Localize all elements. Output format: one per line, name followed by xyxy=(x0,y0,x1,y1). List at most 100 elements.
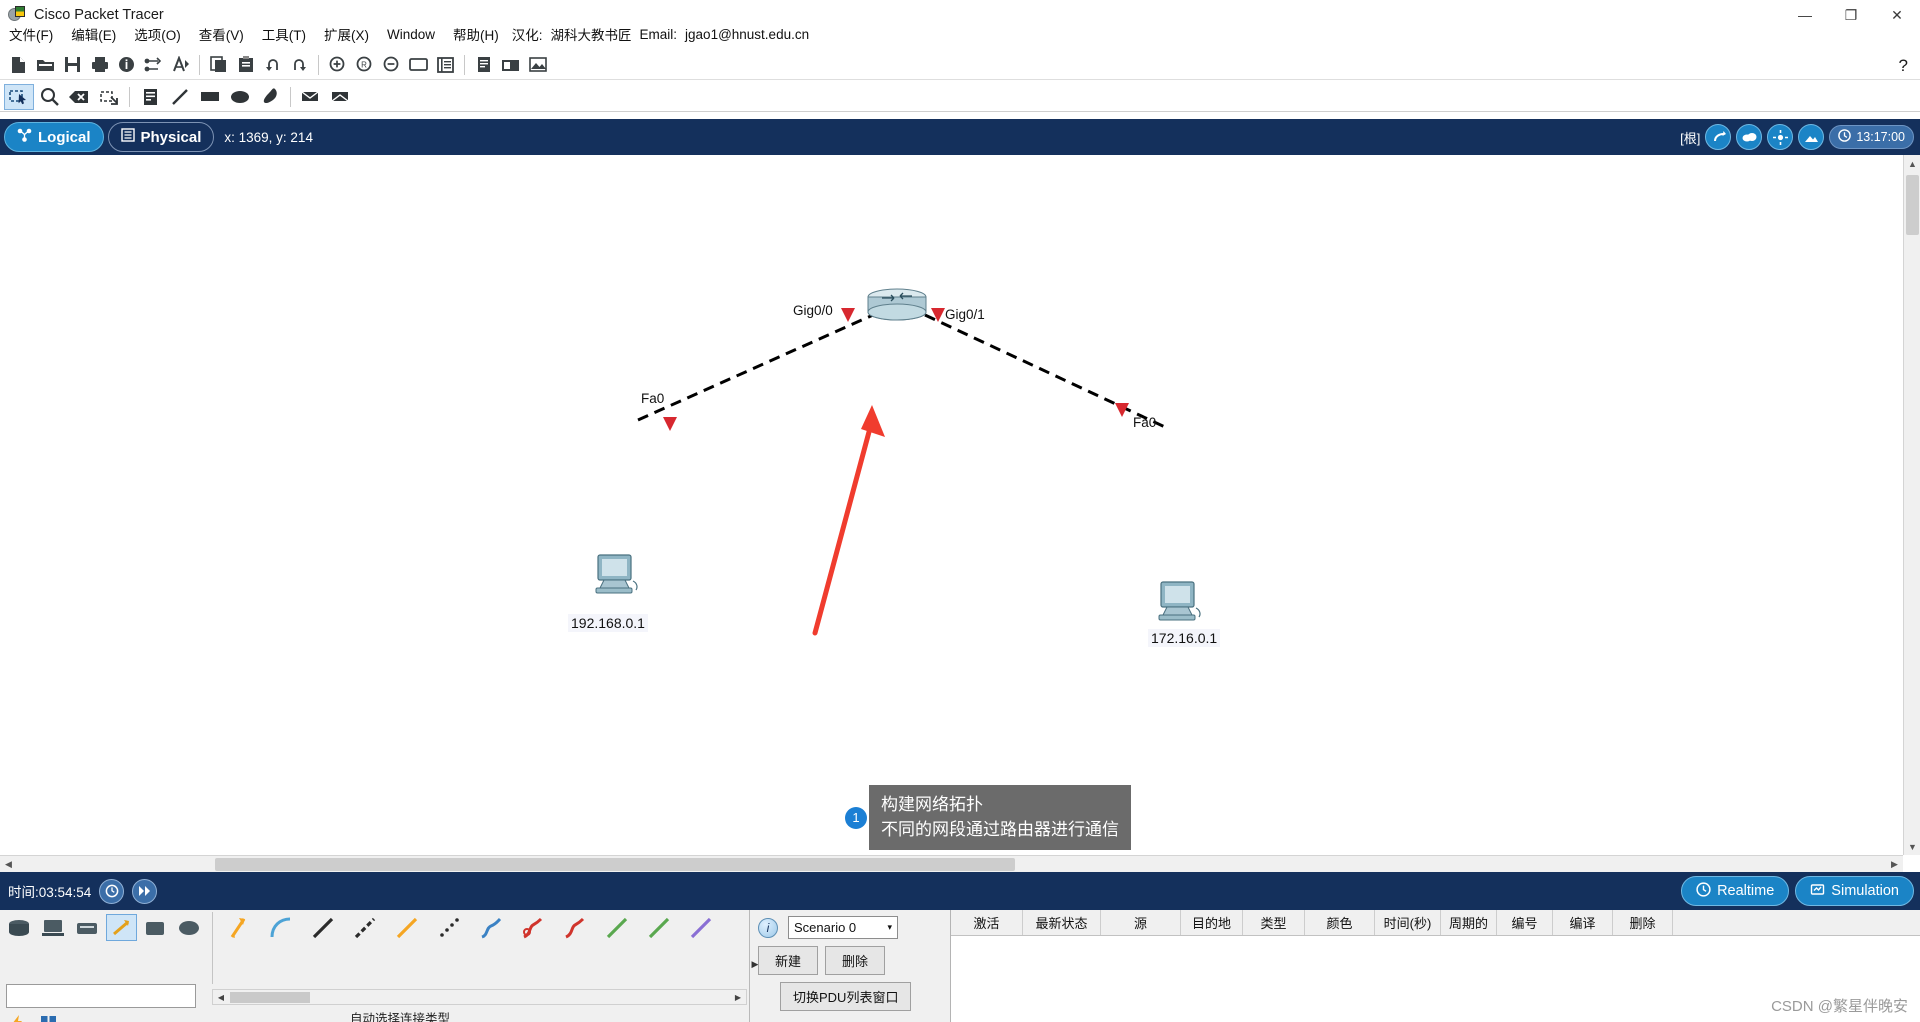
pdu-col-color[interactable]: 颜色 xyxy=(1305,910,1375,935)
zoom-out-icon[interactable] xyxy=(378,52,405,78)
pc-right-device[interactable] xyxy=(1157,580,1205,629)
tab-physical[interactable]: Physical xyxy=(107,122,215,152)
pdu-col-last-status[interactable]: 最新状态 xyxy=(1023,910,1101,935)
scroll-up-arrow-icon[interactable]: ▲ xyxy=(1904,155,1920,172)
grid-icon[interactable] xyxy=(36,1012,60,1022)
pdu-col-destination[interactable]: 目的地 xyxy=(1181,910,1243,935)
assessment-icon[interactable] xyxy=(167,52,194,78)
device-scroll-left-icon[interactable]: ◀ xyxy=(214,991,228,1004)
pdu-col-delete[interactable]: 删除 xyxy=(1613,910,1673,935)
pdu-col-edit[interactable]: 编译 xyxy=(1553,910,1613,935)
set-tiled-background-icon[interactable] xyxy=(1736,124,1763,150)
serial-dte-icon[interactable] xyxy=(555,912,595,944)
info-icon[interactable]: i xyxy=(758,917,778,938)
scroll-down-arrow-icon[interactable]: ▼ xyxy=(1904,838,1920,855)
add-simple-pdu-icon[interactable] xyxy=(296,84,326,110)
lightning-bolt-icon[interactable] xyxy=(6,1012,30,1022)
miscellaneous-icon[interactable] xyxy=(140,914,171,941)
pdu-col-fire[interactable]: 激活 xyxy=(951,910,1023,935)
tab-logical[interactable]: Logical xyxy=(4,122,104,152)
power-cycle-icon[interactable] xyxy=(99,878,125,904)
pdu-col-source[interactable]: 源 xyxy=(1101,910,1181,935)
notes-icon[interactable] xyxy=(470,52,497,78)
pdu-col-type[interactable]: 类型 xyxy=(1243,910,1305,935)
inspect-icon[interactable] xyxy=(34,84,64,110)
pdu-col-time[interactable]: 时间(秒) xyxy=(1375,910,1441,935)
redo-icon[interactable] xyxy=(286,52,313,78)
menu-tools[interactable]: 工具(T) xyxy=(253,21,315,47)
annotation-callout[interactable]: 1 构建网络拓扑 不同的网段通过路由器进行通信 xyxy=(845,785,1131,851)
zoom-in-icon[interactable] xyxy=(324,52,351,78)
usb-cable-icon[interactable] xyxy=(681,912,721,944)
connections-icon[interactable] xyxy=(106,914,137,941)
new-file-icon[interactable] xyxy=(5,52,32,78)
save-icon[interactable] xyxy=(59,52,86,78)
scenario-select[interactable]: Scenario 0 ▾ xyxy=(788,916,898,939)
router-device[interactable] xyxy=(866,288,928,329)
multiuser-connection-icon[interactable] xyxy=(174,914,205,941)
components-icon[interactable] xyxy=(72,914,103,941)
add-complex-pdu-icon[interactable] xyxy=(326,84,356,110)
phone-cable-icon[interactable] xyxy=(429,912,469,944)
network-devices-icon[interactable] xyxy=(4,914,35,941)
resize-shape-icon[interactable] xyxy=(94,84,124,110)
delete-icon[interactable] xyxy=(64,84,94,110)
draw-rectangle-icon[interactable] xyxy=(195,84,225,110)
menu-window[interactable]: Window xyxy=(378,24,444,45)
menu-options[interactable]: 选项(O) xyxy=(125,21,190,47)
custom-devices-icon[interactable] xyxy=(432,52,459,78)
draw-ellipse-icon[interactable] xyxy=(225,84,255,110)
simulation-clock[interactable]: 13:17:00 xyxy=(1829,125,1914,149)
menu-file[interactable]: 文件(F) xyxy=(0,21,62,47)
ieee-1667-cable-icon[interactable] xyxy=(639,912,679,944)
create-cluster-icon[interactable] xyxy=(1798,124,1825,150)
pdu-col-num[interactable]: 编号 xyxy=(1497,910,1553,935)
console-cable-icon[interactable] xyxy=(261,912,301,944)
fast-forward-icon[interactable] xyxy=(132,878,158,904)
device-list-scrollbar[interactable]: ◀ ▶ xyxy=(212,989,747,1005)
back-navigation-icon[interactable] xyxy=(1705,124,1732,150)
undo-icon[interactable] xyxy=(259,52,286,78)
draw-freeform-icon[interactable] xyxy=(255,84,285,110)
copper-crossover-icon[interactable] xyxy=(345,912,385,944)
automatic-connection-icon[interactable] xyxy=(219,912,259,944)
viewport-icon[interactable] xyxy=(1767,124,1794,150)
octal-cable-icon[interactable] xyxy=(597,912,637,944)
device-search-input[interactable] xyxy=(6,984,196,1008)
draw-palette-icon[interactable] xyxy=(405,52,432,78)
pc-left-device[interactable] xyxy=(594,553,642,602)
print-icon[interactable] xyxy=(86,52,113,78)
help-question-icon[interactable]: ? xyxy=(1899,56,1908,76)
canvas-horizontal-scrollbar[interactable]: ◀ ▶ xyxy=(0,855,1903,872)
zoom-reset-icon[interactable]: R xyxy=(351,52,378,78)
workspace-canvas[interactable]: Gig0/0 Gig0/1 Fa0 Fa0 192.168.0.1 172.16… xyxy=(0,155,1920,870)
pdu-col-periodic[interactable]: 周期的 xyxy=(1441,910,1497,935)
activity-wizard-icon[interactable] xyxy=(113,52,140,78)
end-devices-icon[interactable] xyxy=(38,914,69,941)
view-background-icon[interactable] xyxy=(524,52,551,78)
network-info-icon[interactable] xyxy=(140,52,167,78)
realtime-mode-button[interactable]: Realtime xyxy=(1681,876,1790,906)
select-icon[interactable] xyxy=(4,83,34,110)
menu-edit[interactable]: 编辑(E) xyxy=(62,21,125,47)
device-scroll-thumb[interactable] xyxy=(230,992,310,1003)
device-scroll-right-icon[interactable]: ▶ xyxy=(731,991,745,1004)
pdu-list-icon[interactable] xyxy=(497,52,524,78)
horizontal-scroll-thumb[interactable] xyxy=(215,858,1015,871)
paste-icon[interactable] xyxy=(232,52,259,78)
scroll-right-arrow-icon[interactable]: ▶ xyxy=(1886,856,1903,873)
simulation-mode-button[interactable]: Simulation xyxy=(1795,876,1914,906)
copper-straight-through-icon[interactable] xyxy=(303,912,343,944)
delete-scenario-button[interactable]: 删除 xyxy=(825,946,886,975)
open-folder-icon[interactable] xyxy=(32,52,59,78)
new-scenario-button[interactable]: 新建 xyxy=(758,946,819,975)
copy-icon[interactable] xyxy=(205,52,232,78)
menu-extensions[interactable]: 扩展(X) xyxy=(315,21,378,47)
menu-view[interactable]: 查看(V) xyxy=(190,21,253,47)
scroll-left-arrow-icon[interactable]: ◀ xyxy=(0,856,17,873)
place-note-icon[interactable] xyxy=(135,84,165,110)
toggle-pdu-list-button[interactable]: 切换PDU列表窗口 xyxy=(780,982,912,1011)
vertical-scroll-thumb[interactable] xyxy=(1906,175,1919,235)
draw-line-icon[interactable] xyxy=(165,84,195,110)
serial-dce-icon[interactable] xyxy=(513,912,553,944)
